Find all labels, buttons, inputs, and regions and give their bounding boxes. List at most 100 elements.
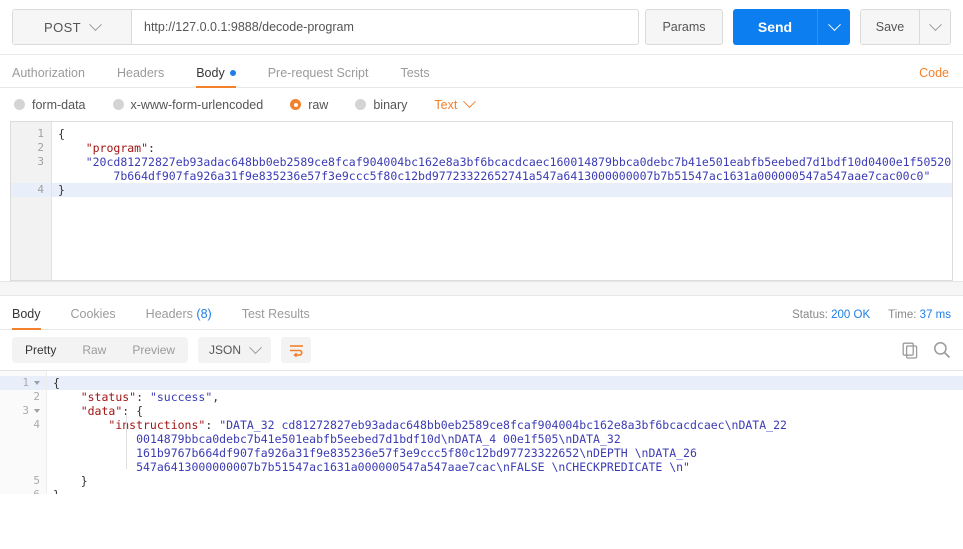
send-label: Send — [757, 19, 793, 35]
tab-tests[interactable]: Tests — [400, 66, 429, 87]
params-button[interactable]: Params — [645, 9, 723, 45]
line-number-row — [0, 432, 46, 446]
word-wrap-icon — [289, 344, 303, 357]
chevron-down-icon — [928, 17, 942, 31]
response-body-code[interactable]: { "status": "success", "data": { "instru… — [47, 371, 963, 494]
word-wrap-button[interactable] — [281, 337, 312, 363]
response-format-select[interactable]: JSON — [198, 337, 272, 363]
code-line: "data": { — [47, 404, 963, 418]
http-method-label: POST — [44, 19, 81, 35]
request-body-editor[interactable]: 1 2 3 4 { "program": "20cd81272827eb93ad… — [10, 121, 953, 281]
response-editor-gutter: 1 2 3 4 5 6 — [0, 371, 47, 494]
tab-pre-request-script[interactable]: Pre-request Script — [268, 66, 369, 87]
view-mode-label: Pretty — [25, 343, 57, 357]
status-indicator: Status: 200 OK — [792, 309, 870, 321]
line-number-row — [0, 446, 46, 460]
code-token: 161b9767b664df907fa926a31f9e835236e57f3e… — [136, 446, 697, 460]
line-number-row: 2 — [0, 390, 46, 404]
panel-splitter[interactable] — [0, 281, 963, 296]
status-value: 200 OK — [831, 309, 871, 321]
response-tab-test-results[interactable]: Test Results — [242, 307, 310, 329]
code-token: , — [212, 390, 220, 404]
save-options-button[interactable] — [919, 10, 950, 44]
tab-label: Cookies — [70, 307, 116, 321]
code-line-wrapped: 7b664df907fa926a31f9e835236e57f3e9ccc5f8… — [52, 169, 952, 183]
tab-label: Test Results — [241, 307, 310, 321]
response-tab-headers[interactable]: Headers (8) — [146, 307, 212, 329]
chevron-down-icon — [463, 95, 477, 109]
line-number: 5 — [33, 474, 40, 487]
body-type-raw[interactable]: raw — [290, 98, 328, 112]
line-number — [11, 169, 51, 183]
indent-guide — [126, 413, 127, 469]
time-label: Time: — [888, 309, 917, 321]
response-tab-body[interactable]: Body — [12, 307, 41, 330]
code-token: "status" — [80, 390, 137, 404]
code-link[interactable]: Code — [919, 66, 949, 80]
search-button[interactable] — [933, 341, 951, 359]
url-input[interactable]: http://127.0.0.1:9888/decode-program — [132, 10, 638, 44]
response-tab-cookies[interactable]: Cookies — [71, 307, 116, 329]
request-tabs: Authorization Headers Body Pre-request S… — [0, 55, 963, 88]
code-token: 7b664df907fa926a31f9e835236e57f3e9ccc5f8… — [113, 169, 931, 183]
code-token: : — [148, 141, 155, 155]
code-line: } — [52, 183, 952, 197]
line-number-row: 6 — [0, 488, 46, 494]
code-token: 0014879bbca0debc7b41e501eabfb5eebed7d1bd… — [136, 432, 621, 446]
code-token: : — [136, 390, 150, 404]
raw-format-select[interactable]: Text — [434, 95, 477, 112]
save-button[interactable]: Save — [861, 10, 919, 44]
send-button[interactable]: Send — [733, 9, 817, 45]
raw-format-label: Text — [434, 97, 458, 112]
line-number-row: 5 — [0, 474, 46, 488]
response-format-label: JSON — [209, 343, 242, 357]
request-body-code[interactable]: { "program": "20cd81272827eb93adac648bb0… — [52, 122, 952, 280]
send-options-button[interactable] — [817, 9, 850, 45]
response-meta: Status: 200 OK Time: 37 ms — [792, 309, 951, 321]
body-type-x-www-form-urlencoded[interactable]: x-www-form-urlencoded — [112, 98, 263, 112]
tab-label: Tests — [400, 66, 430, 80]
line-number: 4 — [11, 183, 51, 197]
code-line-wrapped: 547a6413000000007b7b51547ac1631a00000054… — [47, 460, 963, 474]
tab-authorization[interactable]: Authorization — [12, 66, 85, 87]
code-token: } — [53, 488, 60, 494]
tab-headers[interactable]: Headers — [117, 66, 164, 87]
fold-caret-icon[interactable] — [34, 409, 40, 413]
line-number: 6 — [33, 488, 40, 494]
line-number: 1 — [22, 376, 29, 389]
save-label: Save — [875, 20, 905, 34]
tab-label: Body — [196, 66, 225, 80]
tab-label: Authorization — [12, 66, 85, 80]
line-number-row: 3 — [0, 404, 46, 418]
http-method-select[interactable]: POST — [13, 10, 132, 44]
method-url-group: POST http://127.0.0.1:9888/decode-progra… — [12, 9, 639, 45]
headers-count: (8) — [196, 307, 212, 321]
code-line: "program": — [52, 141, 952, 155]
view-mode-pretty[interactable]: Pretty — [12, 337, 69, 363]
body-type-label: form-data — [32, 97, 86, 112]
status-label: Status: — [792, 309, 828, 321]
fold-caret-icon[interactable] — [34, 381, 40, 385]
response-body-editor[interactable]: 1 2 3 4 5 6 { "status": "success", "data… — [0, 370, 963, 494]
body-type-binary[interactable]: binary — [355, 98, 407, 112]
body-modified-dot-icon — [229, 70, 236, 76]
code-line: "instructions": "DATA_32 cd81272827eb93a… — [47, 418, 963, 432]
tab-body[interactable]: Body — [196, 66, 236, 88]
body-type-label: binary — [373, 97, 408, 112]
line-number: 1 — [37, 127, 44, 140]
copy-icon — [902, 342, 918, 359]
code-token: "20cd81272827eb93adac648bb0eb2589ce8fcaf… — [85, 155, 952, 169]
body-type-form-data[interactable]: form-data — [14, 98, 86, 112]
view-mode-preview[interactable]: Preview — [119, 337, 188, 363]
view-mode-raw[interactable]: Raw — [69, 337, 119, 363]
tab-label: Headers — [145, 307, 193, 321]
copy-button[interactable] — [902, 342, 919, 359]
url-text: http://127.0.0.1:9888/decode-program — [144, 20, 354, 34]
code-token: } — [53, 474, 88, 488]
code-line: "status": "success", — [47, 390, 963, 404]
code-token: : — [205, 418, 220, 432]
